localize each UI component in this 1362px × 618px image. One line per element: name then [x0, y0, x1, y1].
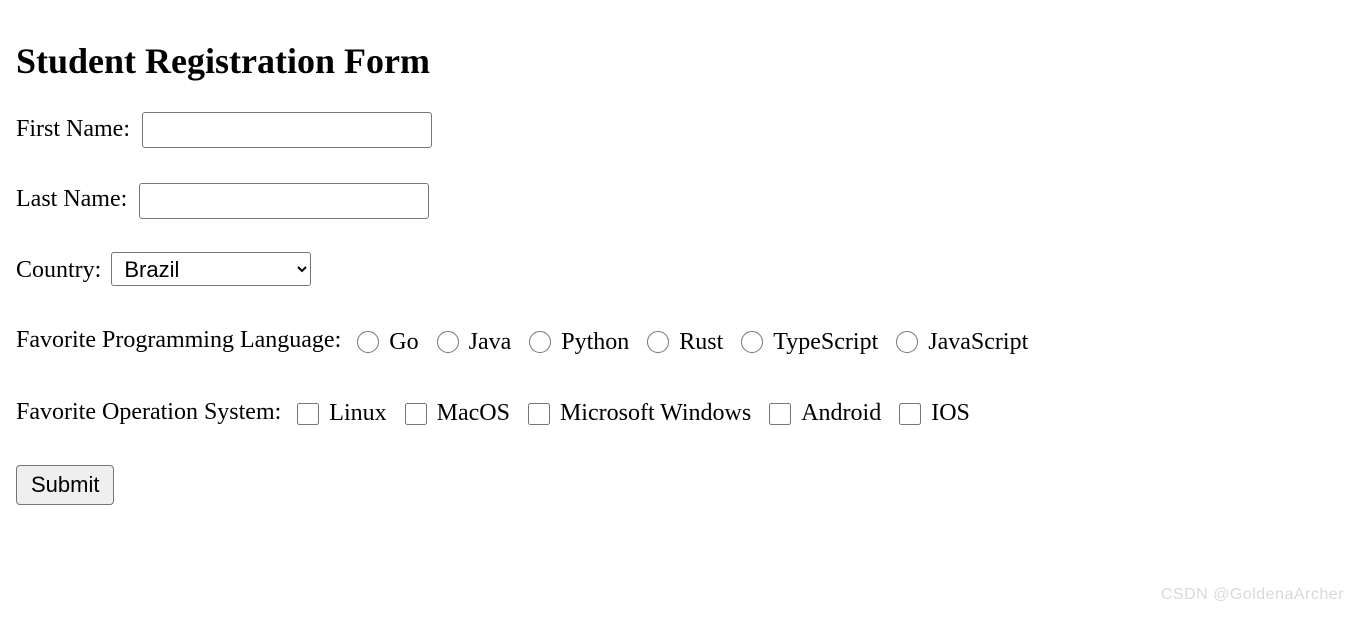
os-checkbox-ios[interactable]: [899, 403, 921, 425]
watermark-text: CSDN @GoldenaArcher: [1161, 586, 1344, 604]
lang-label-python: Python: [561, 329, 629, 355]
row-language: Favorite Programming Language: Go Java P…: [16, 321, 1346, 361]
lang-radio-javascript[interactable]: [896, 331, 918, 353]
os-checkbox-linux[interactable]: [297, 403, 319, 425]
os-label-linux: Linux: [329, 400, 386, 426]
os-checkbox-macos[interactable]: [405, 403, 427, 425]
lang-radio-go[interactable]: [357, 331, 379, 353]
row-submit: Submit: [16, 465, 1346, 505]
lang-radio-python[interactable]: [529, 331, 551, 353]
lang-label-javascript: JavaScript: [928, 329, 1028, 355]
first-name-input[interactable]: [142, 112, 432, 148]
last-name-input[interactable]: [139, 183, 429, 219]
lang-radio-typescript[interactable]: [741, 331, 763, 353]
lang-label-rust: Rust: [679, 329, 723, 355]
row-first-name: First Name:: [16, 110, 1346, 148]
os-checkbox-android[interactable]: [769, 403, 791, 425]
lang-label-java: Java: [469, 329, 512, 355]
lang-label-go: Go: [389, 329, 418, 355]
os-checkbox-windows[interactable]: [528, 403, 550, 425]
language-label: Favorite Programming Language:: [16, 327, 341, 353]
os-label: Favorite Operation System:: [16, 399, 281, 425]
last-name-label: Last Name:: [16, 186, 127, 212]
page-title: Student Registration Form: [16, 40, 1346, 82]
first-name-label: First Name:: [16, 116, 130, 142]
lang-radio-java[interactable]: [437, 331, 459, 353]
os-label-macos: MacOS: [437, 400, 510, 426]
student-registration-form: First Name: Last Name: Country: Brazil F…: [16, 110, 1346, 505]
country-label: Country:: [16, 257, 101, 283]
row-os: Favorite Operation System: Linux MacOS M…: [16, 393, 1346, 433]
lang-label-typescript: TypeScript: [773, 329, 878, 355]
os-label-ios: IOS: [931, 400, 970, 426]
submit-button[interactable]: Submit: [16, 465, 114, 505]
os-label-android: Android: [801, 400, 881, 426]
lang-radio-rust[interactable]: [647, 331, 669, 353]
os-label-windows: Microsoft Windows: [560, 400, 751, 426]
row-country: Country: Brazil: [16, 251, 1346, 289]
country-select[interactable]: Brazil: [111, 252, 311, 286]
row-last-name: Last Name:: [16, 180, 1346, 218]
